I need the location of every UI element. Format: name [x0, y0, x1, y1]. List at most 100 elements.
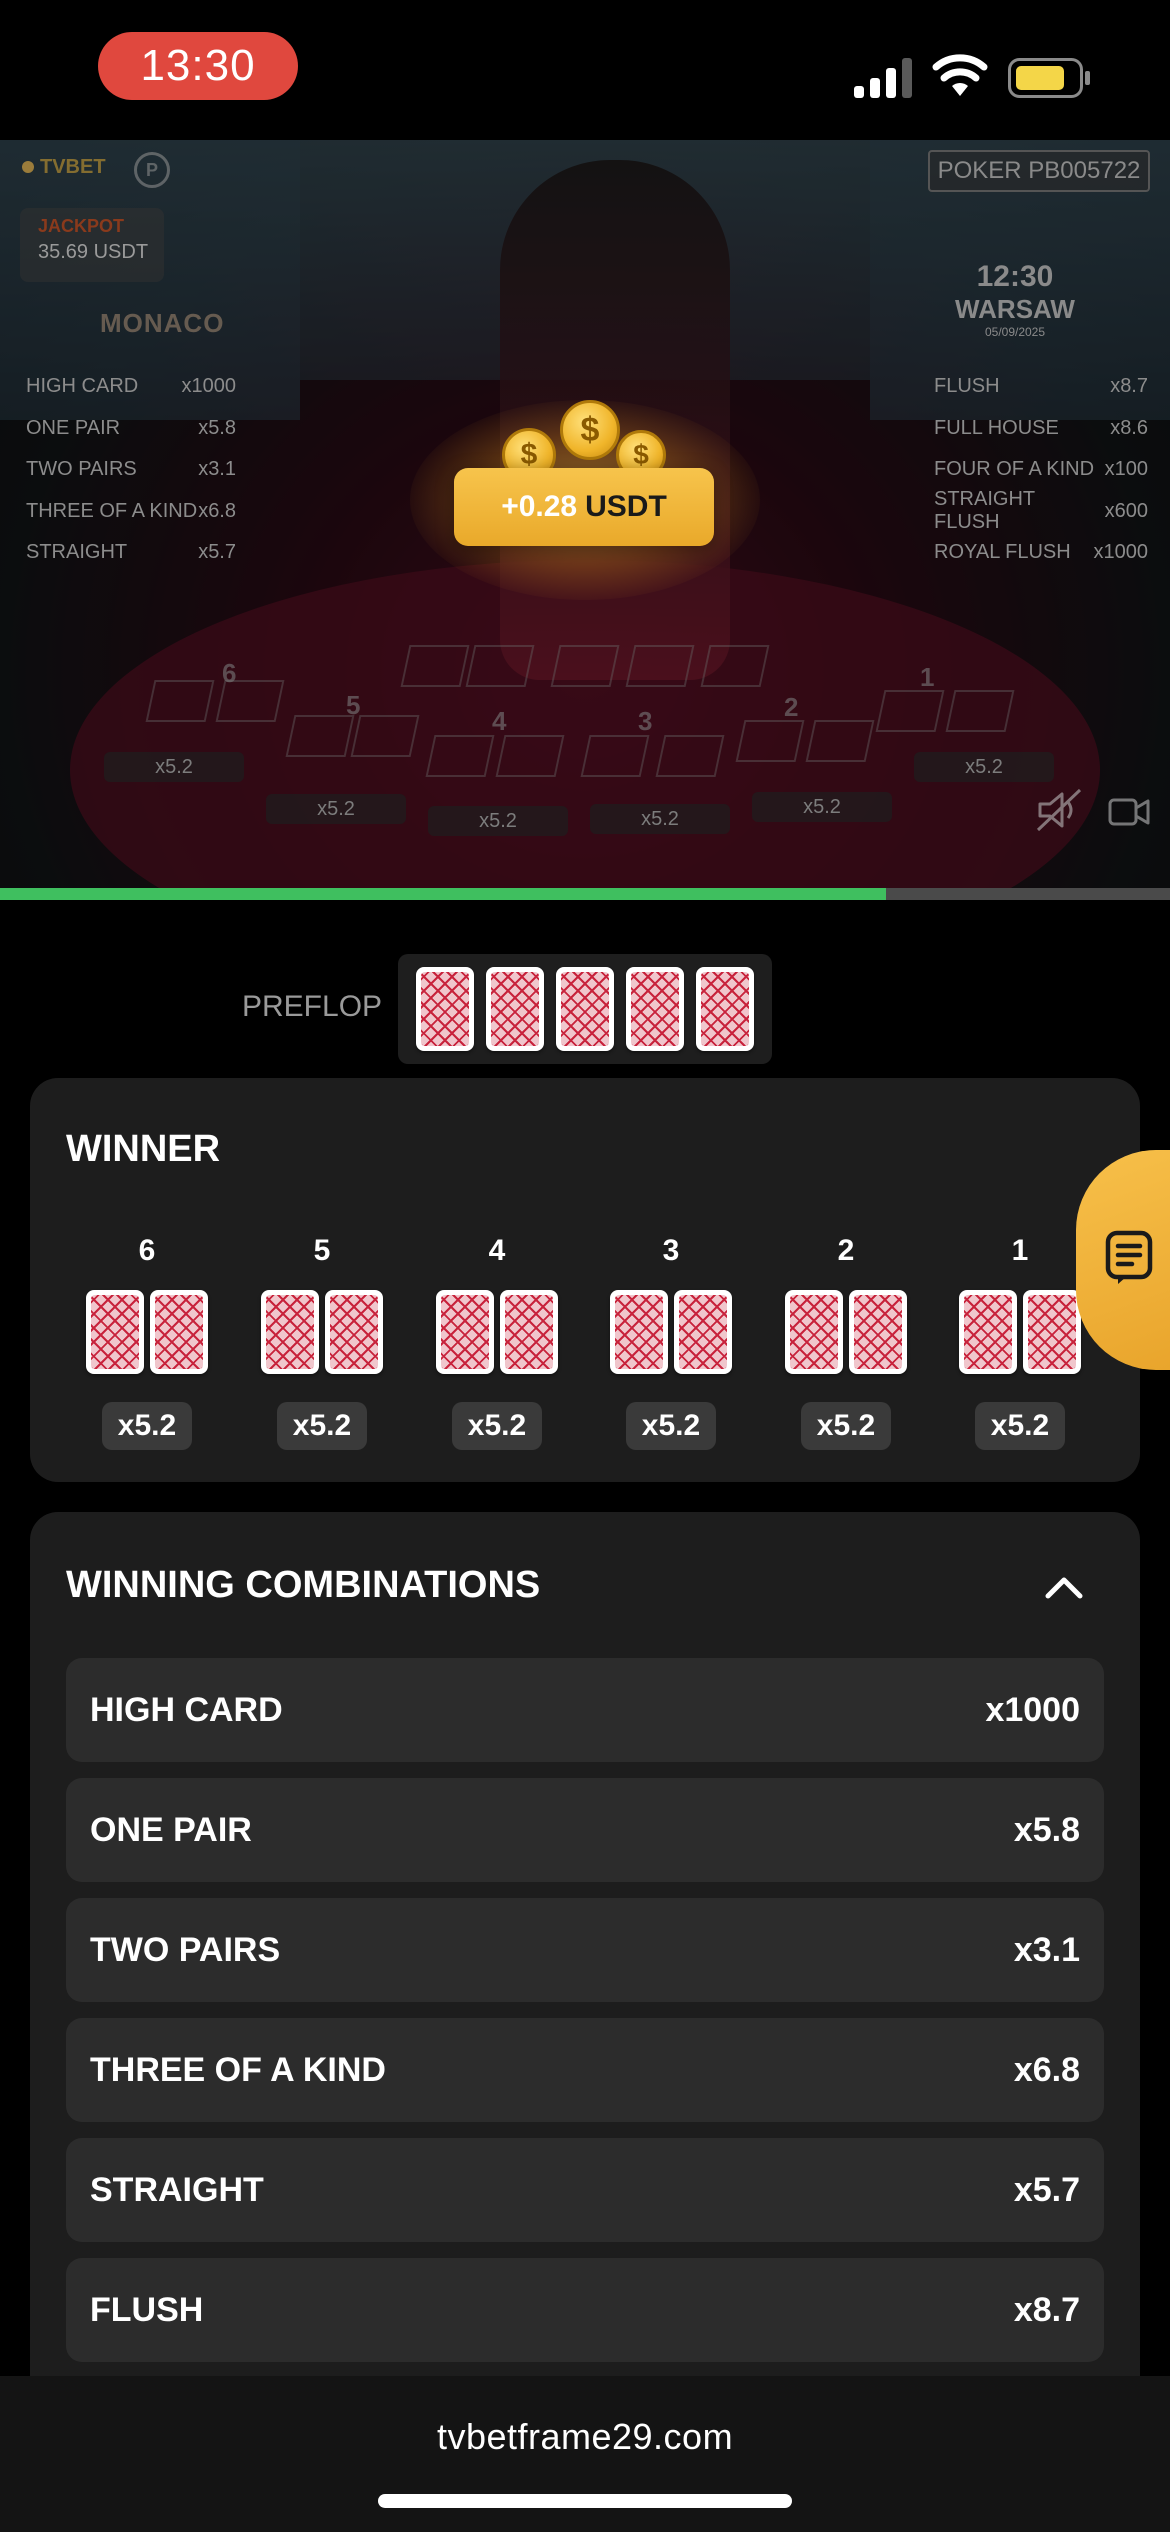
chevron-up-icon[interactable] — [1042, 1572, 1086, 1602]
browser-url-bar[interactable]: tvbetframe29.com — [0, 2376, 1170, 2532]
combination-name: ONE PAIR — [90, 1810, 252, 1849]
coin-icon: $ — [560, 400, 620, 460]
card-back — [436, 1290, 494, 1374]
table-spot — [875, 690, 945, 732]
combination-row: ONE PAIR x5.8 — [66, 1778, 1104, 1882]
card-back — [626, 967, 684, 1051]
card-back — [696, 967, 754, 1051]
hand-number: 1 — [1011, 1234, 1029, 1267]
video-camera-icon[interactable] — [1108, 796, 1150, 828]
paytable-row: FLUSH x8.7 — [934, 375, 1148, 398]
table-spot — [580, 735, 650, 777]
combinations-title: WINNING COMBINATIONS — [66, 1564, 541, 1606]
table-spot — [350, 715, 420, 757]
hand-multiplier: x5.2 — [102, 1402, 192, 1450]
paytable-row: STRAIGHT FLUSH x600 — [934, 488, 1148, 534]
url-text[interactable]: tvbetframe29.com — [0, 2416, 1170, 2458]
table-spot — [145, 680, 215, 722]
round-progress-bar — [0, 888, 1170, 900]
table-spot — [655, 735, 725, 777]
jackpot-label: JACKPOT — [38, 216, 125, 236]
mute-icon[interactable] — [1036, 788, 1084, 832]
spot-number: 3 — [638, 706, 653, 736]
card-back — [610, 1290, 668, 1374]
spot-number: 2 — [784, 692, 799, 722]
hand-multiplier: x5.2 — [452, 1402, 542, 1450]
table-spot — [805, 720, 875, 762]
combination-name: TWO PAIRS — [90, 1930, 281, 1969]
card-back — [959, 1290, 1017, 1374]
community-cards — [398, 954, 772, 1064]
spot-number: 5 — [346, 690, 361, 720]
winner-hand[interactable]: 4 x5.2 — [434, 1234, 560, 1450]
hand-number: 5 — [313, 1234, 331, 1267]
combination-multiplier: x5.8 — [1013, 1810, 1080, 1849]
winner-panel: WINNER 6 x5.2 5 x5.2 4 x5.2 3 x5.2 2 x5.… — [30, 1078, 1140, 1482]
battery-icon — [1008, 58, 1090, 98]
win-amount: +0.28 — [501, 490, 578, 523]
table-spot — [945, 690, 1015, 732]
paytable-row: HIGH CARD x1000 — [26, 375, 236, 398]
card-back — [674, 1290, 732, 1374]
combination-multiplier: x6.8 — [1013, 2050, 1080, 2089]
hand-number: 2 — [837, 1234, 855, 1267]
jackpot-box: JACKPOT 35.69 USDT — [20, 208, 164, 282]
card-back — [1023, 1290, 1081, 1374]
spot-multiplier: x5.2 — [104, 752, 244, 782]
status-time: 13:30 — [98, 32, 298, 100]
combination-row: HIGH CARD x1000 — [66, 1658, 1104, 1762]
poker-chip-icon: P — [134, 152, 170, 188]
spot-multiplier: x5.2 — [266, 794, 406, 824]
combination-multiplier: x1000 — [985, 1690, 1080, 1729]
card-back — [86, 1290, 144, 1374]
table-spot — [700, 645, 770, 687]
combination-multiplier: x3.1 — [1013, 1930, 1080, 1969]
card-back — [500, 1290, 558, 1374]
winner-hand[interactable]: 6 x5.2 — [84, 1234, 210, 1450]
bet-slip-icon[interactable] — [1104, 1230, 1154, 1286]
spot-number: 4 — [492, 706, 507, 736]
paytable-row: THREE OF A KIND x6.8 — [26, 499, 236, 522]
table-spot — [550, 645, 620, 687]
home-indicator[interactable] — [378, 2494, 792, 2508]
winner-hand[interactable]: 3 x5.2 — [608, 1234, 734, 1450]
wifi-icon — [932, 54, 988, 96]
jackpot-value: 35.69 USDT — [38, 241, 149, 263]
spot-number: 1 — [920, 662, 935, 692]
hand-multiplier: x5.2 — [801, 1402, 891, 1450]
table-spot — [285, 715, 355, 757]
preflop-label: PREFLOP — [242, 990, 383, 1023]
table-spot — [400, 645, 470, 687]
paytable-row: TWO PAIRS x3.1 — [26, 458, 236, 481]
tvbet-logo: TVBET — [22, 156, 106, 179]
card-back — [486, 967, 544, 1051]
table-spot — [425, 735, 495, 777]
winner-hand[interactable]: 1 x5.2 — [957, 1234, 1083, 1450]
paytable-row: FULL HOUSE x8.6 — [934, 416, 1148, 439]
combination-multiplier: x5.7 — [1013, 2170, 1080, 2209]
hand-number: 6 — [138, 1234, 156, 1267]
paytable-right: FLUSH x8.7 FULL HOUSE x8.6 FOUR OF A KIND x… — [934, 366, 1148, 574]
card-back — [325, 1290, 383, 1374]
paytable-left: HIGH CARD x1000 ONE PAIR x5.8 TWO PAIRS x3.… — [26, 366, 236, 574]
cellular-signal-icon — [854, 58, 912, 98]
hand-multiplier: x5.2 — [626, 1402, 716, 1450]
winner-hand[interactable]: 2 x5.2 — [783, 1234, 909, 1450]
combination-row: STRAIGHT x5.7 — [66, 2138, 1104, 2242]
paytable-row: FOUR OF A KIND x100 — [934, 458, 1148, 481]
spot-number: 6 — [222, 658, 237, 688]
hand-multiplier: x5.2 — [277, 1402, 367, 1450]
hand-number: 3 — [662, 1234, 680, 1267]
live-video[interactable]: TVBET P POKER PB005722 JACKPOT 35.69 USD… — [0, 140, 1170, 900]
winner-hand[interactable]: 5 x5.2 — [259, 1234, 385, 1450]
studio-clock: 12:30 WARSAW 05/09/2025 — [955, 260, 1075, 339]
card-back — [849, 1290, 907, 1374]
venue-sign: MONACO — [100, 308, 225, 338]
card-back — [416, 967, 474, 1051]
paytable-row: ROYAL FLUSH x1000 — [934, 541, 1148, 564]
combination-name: FLUSH — [90, 2290, 204, 2329]
combination-name: STRAIGHT — [90, 2170, 264, 2209]
combination-row: THREE OF A KIND x6.8 — [66, 2018, 1104, 2122]
combination-row: TWO PAIRS x3.1 — [66, 1898, 1104, 2002]
spot-multiplier: x5.2 — [428, 806, 568, 836]
